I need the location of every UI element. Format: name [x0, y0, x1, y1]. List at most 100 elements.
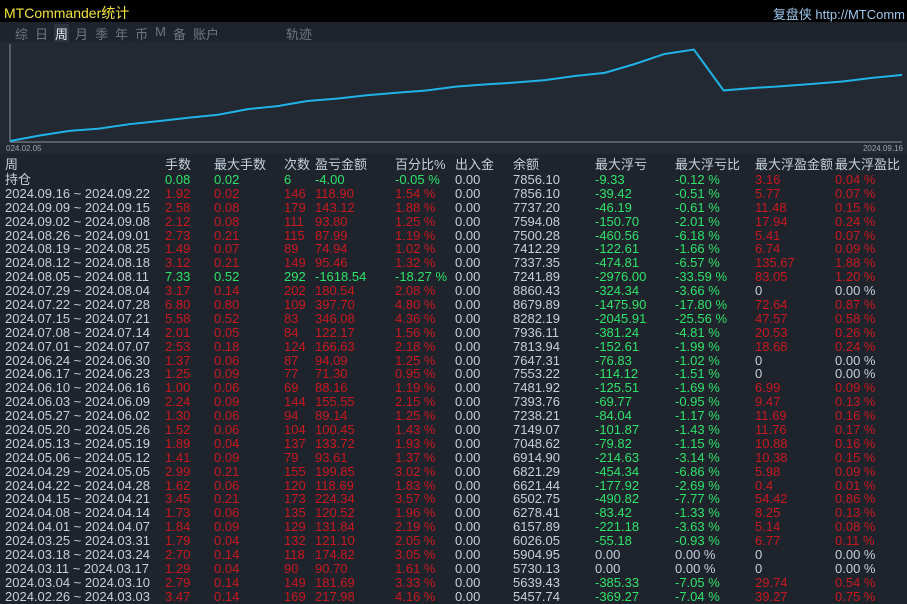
cell: 202	[284, 283, 306, 299]
column-header[interactable]: 百分比%	[395, 157, 446, 173]
table-row[interactable]: 2024.03.25 ~ 2024.03.31 1.79 0.04 132 121.10…	[0, 534, 907, 548]
cell: 3.47	[165, 588, 191, 604]
cell: 0.09	[214, 519, 240, 535]
cell: 2024.06.24 ~ 2024.06.30	[5, 352, 150, 368]
cell: 0.80	[214, 297, 240, 313]
table-row[interactable]: 2024.05.13 ~ 2024.05.19 1.89 0.04 137 133.72…	[0, 435, 907, 451]
table-row[interactable]: 2024.09.02 ~ 2024.09.08 2.12 0.08 111 93.80 1…	[0, 213, 907, 229]
cell: 95.46	[315, 255, 348, 271]
tab-4[interactable]: 季	[94, 24, 109, 42]
tab-9[interactable]: 账户	[192, 24, 220, 42]
column-header[interactable]: 盈亏金额	[315, 157, 367, 173]
cell: 1.92	[165, 185, 191, 201]
table-row[interactable]: 2024.06.03 ~ 2024.06.09 2.24 0.09 144 155.55…	[0, 395, 907, 409]
cell: 0.04	[214, 435, 240, 451]
column-header[interactable]: 出入金	[455, 157, 494, 173]
table-row[interactable]: 2024.08.26 ~ 2024.09.01 2.73 0.21 115 87.99 1…	[0, 228, 907, 243]
cell: 2024.05.06 ~ 2024.05.12	[5, 449, 150, 465]
tab-3[interactable]: 月	[74, 24, 89, 42]
tab-1[interactable]: 日	[34, 24, 49, 42]
table-row[interactable]: 2024.03.18 ~ 2024.03.24 2.70 0.14 118 174.82…	[0, 548, 907, 562]
column-header[interactable]: 手数	[165, 157, 191, 173]
tab-0[interactable]: 综	[14, 24, 29, 42]
table-row[interactable]: 2024.03.11 ~ 2024.03.17 1.29 0.04 90 90.70 1.…	[0, 560, 907, 576]
cell: -4.81 %	[675, 324, 720, 340]
column-header[interactable]: 最大浮盈比	[835, 157, 900, 173]
cell: 6502.75	[513, 491, 560, 507]
cell: 0	[755, 283, 763, 299]
table-row[interactable]: 2024.08.05 ~ 2024.08.11 7.33 0.52 292 -1618.…	[0, 270, 907, 284]
cell: 87	[284, 352, 299, 368]
tab-6[interactable]: 币	[134, 24, 149, 42]
table-row[interactable]: 2024.05.27 ~ 2024.06.02 1.30 0.06 94 89.14 1.…	[0, 409, 907, 423]
cell: 7856.10	[513, 185, 560, 201]
column-header[interactable]: 余额	[513, 157, 539, 173]
cell: 3.12	[165, 255, 191, 271]
cell: 0.00	[455, 588, 481, 604]
tab-10[interactable]: 轨迹	[285, 24, 313, 42]
table-row[interactable]: 2024.06.10 ~ 2024.06.16 1.00 0.06 69 88.16 1.…	[0, 381, 907, 395]
cell: 0.86 %	[835, 491, 876, 507]
table-row[interactable]: 2024.05.20 ~ 2024.05.26 1.52 0.06 104 100.45…	[0, 423, 907, 437]
table-row[interactable]: 2024.06.24 ~ 2024.06.30 1.37 0.06 87 94.09 1.…	[0, 352, 907, 368]
table-row[interactable]: 2024.09.16 ~ 2024.09.22 1.92 0.02 146 118.90…	[0, 185, 907, 201]
tab-8[interactable]: 备	[172, 24, 187, 42]
table-row[interactable]: 2024.04.15 ~ 2024.04.21 3.45 0.21 173 224.34…	[0, 492, 907, 506]
cell: 2024.03.11 ~ 2024.03.17	[5, 560, 149, 576]
tab-7[interactable]: M	[154, 24, 167, 42]
table-row[interactable]: 2024.07.29 ~ 2024.08.04 3.17 0.14 202 180.54…	[0, 284, 907, 298]
cell: 1.96 %	[395, 505, 436, 521]
cell: 7412.29	[513, 241, 560, 257]
cell: -2976.00	[595, 269, 647, 285]
tab-2[interactable]: 周	[54, 24, 70, 42]
cell: 0.00 %	[675, 560, 716, 576]
table-row[interactable]: 2024.04.22 ~ 2024.04.28 1.62 0.06 120 118.69…	[0, 477, 907, 493]
column-header[interactable]: 最大浮亏	[595, 157, 647, 173]
cell: 1.29	[165, 560, 191, 576]
table-row[interactable]: 2024.07.01 ~ 2024.07.07 2.53 0.18 124 166.63…	[0, 339, 907, 354]
cell: 2024.03.04 ~ 2024.03.10	[5, 574, 150, 590]
table-row[interactable]: 2024.08.12 ~ 2024.08.18 3.12 0.21 149 95.46 1…	[0, 256, 907, 270]
table-row[interactable]: 2024.04.29 ~ 2024.05.05 2.99 0.21 155 199.85…	[0, 464, 907, 479]
table-row[interactable]: 2024.03.04 ~ 2024.03.10 2.79 0.14 149 181.69…	[0, 574, 907, 590]
cell: 0.00	[455, 283, 481, 299]
table-row[interactable]: 2024.07.08 ~ 2024.07.14 2.01 0.05 84 122.17 1…	[0, 324, 907, 340]
cell: 39.27	[755, 588, 788, 604]
table-row[interactable]: 2024.02.26 ~ 2024.03.03 3.47 0.14 169 217.98…	[0, 588, 907, 604]
cell: 149	[284, 574, 306, 590]
table-row[interactable]: 2024.04.08 ~ 2024.04.14 1.73 0.06 135 120.52…	[0, 506, 907, 520]
cell: 143.12	[315, 199, 355, 215]
tab-5[interactable]: 年	[114, 24, 129, 42]
cell: 54.42	[755, 491, 788, 507]
cell: 0.00	[455, 449, 481, 465]
column-header[interactable]: 次数	[284, 157, 310, 173]
cell: 10.88	[755, 435, 788, 451]
brand-link[interactable]: 复盘侠 http://MTComm	[773, 4, 905, 23]
column-header[interactable]: 最大手数	[214, 157, 266, 173]
table-row[interactable]: 2024.04.01 ~ 2024.04.07 1.84 0.09 129 131.84…	[0, 520, 907, 534]
cell: 1.61 %	[395, 560, 436, 576]
cell: -150.70	[595, 213, 640, 229]
cell: 2024.09.16 ~ 2024.09.22	[5, 185, 150, 201]
column-header[interactable]: 周	[5, 157, 18, 173]
cell: 2024.09.09 ~ 2024.09.15	[5, 199, 150, 215]
cell: 0.00	[455, 505, 481, 521]
cell: 1.41	[165, 449, 191, 465]
table-row[interactable]: 2024.08.19 ~ 2024.08.25 1.49 0.07 89 74.94 1.…	[0, 242, 907, 256]
column-header[interactable]: 最大浮亏比	[675, 157, 740, 173]
table-row[interactable]: 2024.09.09 ~ 2024.09.15 2.58 0.08 179 143.12…	[0, 199, 907, 215]
cell: 2.24	[165, 394, 191, 410]
table-row[interactable]: 2024.07.15 ~ 2024.07.21 5.58 0.52 83 346.08 4…	[0, 311, 907, 326]
cell: 155.55	[315, 394, 355, 410]
cell: 0.16 %	[835, 435, 876, 451]
table-row[interactable]: 2024.05.06 ~ 2024.05.12 1.41 0.09 79 93.61 1.…	[0, 449, 907, 465]
cell: -6.57 %	[675, 255, 720, 271]
cell: 6.99	[755, 380, 781, 396]
table-row[interactable]: 2024.06.17 ~ 2024.06.23 1.25 0.09 77 71.30 0.…	[0, 367, 907, 381]
cell: -221.18	[595, 519, 640, 535]
cell: 2024.04.22 ~ 2024.04.28	[5, 477, 150, 493]
open-positions-row[interactable]: 持仓 0.08 0.02 6 -4.00 -0.05 % 0.00 7856.10 -9.33 -…	[0, 173, 907, 187]
column-header[interactable]: 最大浮盈金额	[755, 157, 833, 173]
table-row[interactable]: 2024.07.22 ~ 2024.07.28 6.80 0.80 109 397.70…	[0, 298, 907, 312]
cell: 77	[284, 366, 299, 382]
